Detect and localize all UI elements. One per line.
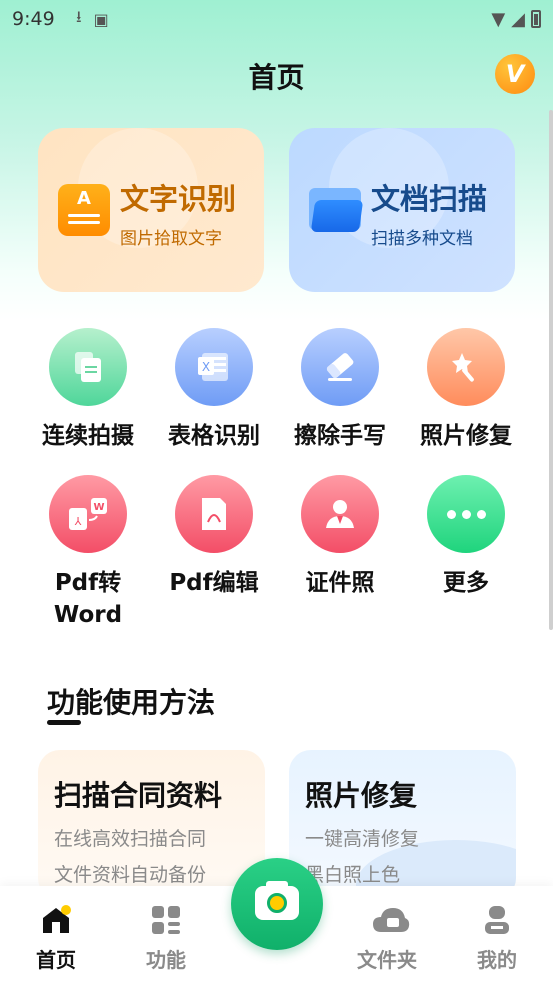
- header: 首页 V: [0, 50, 553, 98]
- nav-label: 我的: [477, 948, 517, 972]
- guide-title: 扫描合同资料: [54, 779, 223, 812]
- wifi-icon: ▼: [491, 8, 506, 30]
- nav-mine[interactable]: 我的: [457, 904, 537, 973]
- tool-label: 证件照: [305, 570, 375, 596]
- tool-pdf-to-word[interactable]: ⅄ W Pdf转 Word: [25, 475, 151, 631]
- svg-text:W: W: [93, 502, 104, 513]
- signal-icon: ◢: [511, 8, 525, 30]
- pdf-to-word-icon: ⅄ W: [49, 475, 127, 553]
- card-subtitle: 图片拾取文字: [120, 229, 222, 249]
- document-scan-card[interactable]: 文档扫描 扫描多种文档: [289, 128, 515, 292]
- tool-erase-handwriting[interactable]: 擦除手写: [277, 328, 403, 452]
- eraser-icon: [301, 328, 379, 406]
- icon-letter: A: [77, 188, 91, 209]
- home-icon: [40, 904, 72, 936]
- tool-label: Pdf编辑: [169, 570, 259, 596]
- card-title: 文档扫描: [371, 182, 488, 216]
- nav-home[interactable]: 首页: [16, 904, 96, 973]
- guide-line: 黑白照上色: [305, 864, 401, 886]
- guide-line: 文件资料自动备份: [54, 864, 207, 886]
- status-bar: 9:49 ⭳ ▣ ▼ ◢: [0, 0, 553, 38]
- page-title: 首页: [248, 61, 305, 94]
- more-icon: [427, 475, 505, 553]
- svg-text:⅄: ⅄: [75, 515, 82, 528]
- app-notification-icon: ▣: [93, 9, 109, 29]
- folder-icon: [309, 184, 364, 236]
- section-title: 功能使用方法: [47, 686, 216, 719]
- magic-wand-icon: [427, 328, 505, 406]
- guide-line: 一键高清修复: [305, 828, 420, 850]
- id-photo-icon: [301, 475, 379, 553]
- tool-label: 连续拍摄: [42, 423, 134, 449]
- nav-label: 功能: [146, 948, 186, 972]
- tool-table-recognition[interactable]: X 表格识别: [151, 328, 277, 452]
- status-time: 9:49: [12, 8, 55, 30]
- grid-icon: [150, 904, 182, 936]
- guide-title: 照片修复: [305, 779, 418, 812]
- nav-functions[interactable]: 功能: [126, 904, 206, 973]
- card-subtitle: 扫描多种文档: [371, 229, 473, 249]
- battery-icon: [531, 10, 541, 28]
- nav-label: 文件夹: [357, 948, 417, 972]
- tool-label-line1: Pdf转: [54, 570, 122, 596]
- user-icon: [481, 904, 513, 936]
- tool-label: 照片修复: [420, 423, 512, 449]
- section-underline: [47, 720, 81, 725]
- tool-pdf-edit[interactable]: Pdf编辑: [151, 475, 277, 599]
- tool-id-photo[interactable]: 证件照: [277, 475, 403, 599]
- download-icon: ⭳: [76, 6, 82, 26]
- excel-icon: X: [175, 328, 253, 406]
- camera-lens: [267, 893, 287, 913]
- camera-button[interactable]: [231, 858, 323, 950]
- nav-label: 首页: [36, 948, 76, 972]
- pdf-edit-icon: [175, 475, 253, 553]
- tool-label: 表格识别: [168, 423, 260, 449]
- svg-text:X: X: [202, 360, 210, 374]
- tool-label-line2: Word: [53, 602, 123, 628]
- tool-continuous-shoot[interactable]: 连续拍摄: [25, 328, 151, 452]
- guide-line: 在线高效扫描合同: [54, 828, 207, 850]
- text-recognition-card[interactable]: A 文字识别 图片拾取文字: [38, 128, 264, 292]
- copy-documents-icon: [49, 328, 127, 406]
- guide-card-scan-contract[interactable]: 扫描合同资料 在线高效扫描合同 文件资料自动备份: [38, 750, 265, 900]
- tool-label: 更多: [443, 570, 489, 596]
- tool-label: 擦除手写: [294, 423, 386, 449]
- nav-folder[interactable]: 文件夹: [347, 904, 427, 973]
- tool-label: Pdf转 Word: [25, 567, 151, 631]
- scrollbar[interactable]: [549, 110, 553, 630]
- vip-badge-icon[interactable]: V: [495, 54, 535, 94]
- card-title: 文字识别: [120, 182, 237, 216]
- text-recognition-icon: A: [58, 184, 110, 236]
- guide-card-photo-repair[interactable]: 照片修复 一键高清修复 黑白照上色: [289, 750, 516, 900]
- tool-more[interactable]: 更多: [403, 475, 529, 599]
- cloud-folder-icon: [371, 904, 410, 936]
- tool-photo-repair[interactable]: 照片修复: [403, 328, 529, 452]
